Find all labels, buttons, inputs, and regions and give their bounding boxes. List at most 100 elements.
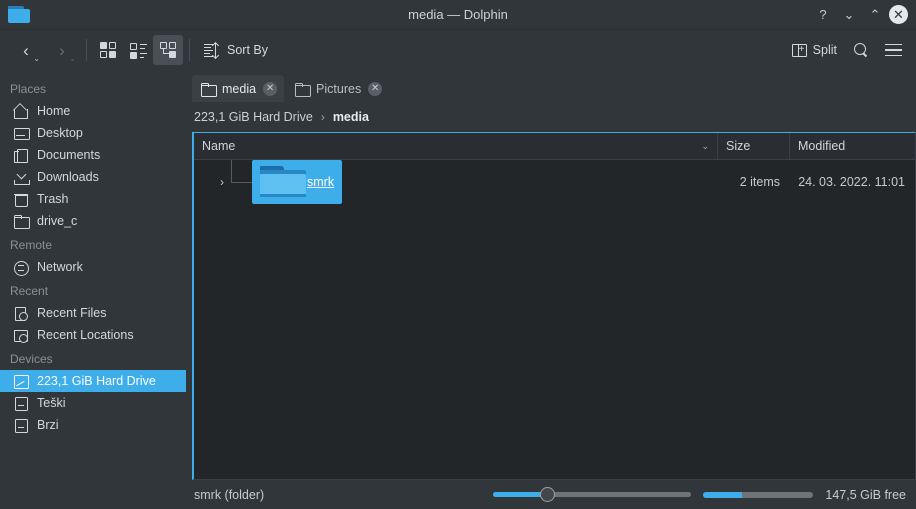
sidebar-item-label: Home (37, 104, 71, 118)
recent-files-icon (13, 306, 28, 321)
sidebar-item-home[interactable]: Home (0, 100, 186, 122)
sidebar-item-label: Documents (37, 148, 101, 162)
column-label-name: Name (202, 139, 236, 153)
drive-icon (13, 418, 28, 433)
main-panel: media ✕ Pictures ✕ 223,1 GiB Hard Drive … (186, 70, 916, 509)
app-folder-icon (8, 5, 30, 24)
title-bar: media — Dolphin ? ⌄ ⌃ ✕ (0, 0, 916, 30)
column-header-modified[interactable]: Modified (790, 133, 915, 159)
tab-pictures[interactable]: Pictures ✕ (286, 75, 389, 102)
sidebar-item-documents[interactable]: Documents (0, 144, 186, 166)
sidebar-item-label: Recent Locations (37, 328, 134, 342)
sidebar-group-devices: Devices (10, 352, 53, 366)
chevron-right-icon: › (320, 110, 325, 124)
sort-by-label: Sort By (227, 43, 268, 57)
back-button[interactable]: ‹ ⌄ (8, 35, 44, 65)
icons-view-icon (99, 41, 117, 59)
trash-icon (13, 192, 28, 207)
compact-view-icon (129, 42, 147, 59)
free-space-label: 147,5 GiB free (825, 487, 906, 502)
tab-label: Pictures (316, 81, 362, 96)
view-mode-details-button[interactable] (153, 35, 183, 65)
free-space-bar (703, 491, 814, 498)
sidebar-item-label: drive_c (37, 214, 78, 228)
slider-fill (493, 492, 547, 497)
split-icon (791, 43, 807, 57)
split-view-button[interactable]: Split (785, 35, 844, 65)
help-button[interactable]: ? (811, 3, 835, 27)
sidebar-item-hard-drive[interactable]: 223,1 GiB Hard Drive (0, 370, 186, 392)
search-button[interactable] (846, 35, 876, 65)
file-modified-cell: 24. 03. 2022. 11:01 (798, 175, 905, 189)
sort-by-button[interactable]: Sort By (196, 35, 276, 65)
search-icon (853, 42, 869, 58)
dolphin-window: media — Dolphin ? ⌄ ⌃ ✕ ‹ ⌄ › ⌄ Sort By … (0, 0, 916, 509)
sidebar-item-teski[interactable]: Teški (0, 392, 186, 414)
sidebar-item-desktop[interactable]: Desktop (0, 122, 186, 144)
window-controls: ? ⌄ ⌃ ✕ (811, 3, 916, 27)
tree-line (231, 160, 232, 182)
network-icon (13, 260, 29, 276)
view-mode-icons-button[interactable] (93, 35, 123, 65)
file-view: Name ⌄ Size Modified › smrk 2 items 24. … (192, 132, 916, 480)
tab-label: media (222, 81, 257, 96)
table-row[interactable]: › smrk 2 items 24. 03. 2022. 11:01 (194, 160, 915, 204)
column-header-size[interactable]: Size (718, 133, 790, 159)
sidebar-item-label: Teški (37, 396, 66, 410)
file-name-cell[interactable]: smrk (252, 160, 718, 204)
sort-icon (204, 42, 220, 58)
sidebar-item-label: 223,1 GiB Hard Drive (37, 374, 156, 388)
close-button[interactable]: ✕ (889, 5, 908, 24)
zoom-slider[interactable] (493, 485, 692, 505)
hamburger-menu-icon (884, 43, 902, 57)
minimize-button[interactable]: ⌄ (837, 3, 861, 27)
sidebar-item-label: Trash (37, 192, 69, 206)
tab-close-icon[interactable]: ✕ (368, 81, 383, 96)
menu-button[interactable] (878, 35, 908, 65)
places-sidebar: Places Home Desktop Documents Downloads … (0, 70, 186, 509)
breadcrumb-root[interactable]: 223,1 GiB Hard Drive (194, 110, 313, 124)
folder-icon (201, 83, 217, 97)
sidebar-item-label: Desktop (37, 126, 83, 140)
sidebar-item-network[interactable]: Network (0, 256, 186, 278)
documents-icon (13, 148, 28, 163)
tree-expander-cell: › (194, 160, 252, 204)
chevron-down-icon: ⌄ (701, 140, 709, 151)
tab-media[interactable]: media ✕ (192, 75, 285, 102)
maximize-button[interactable]: ⌃ (863, 3, 887, 27)
column-label-modified: Modified (798, 139, 846, 153)
tab-close-icon[interactable]: ✕ (263, 81, 278, 96)
window-body: Places Home Desktop Documents Downloads … (0, 70, 916, 509)
free-space-fill (703, 491, 742, 498)
sidebar-item-downloads[interactable]: Downloads (0, 166, 186, 188)
sidebar-item-drive-c[interactable]: drive_c (0, 210, 186, 232)
split-label: Split (812, 43, 837, 57)
slider-handle[interactable] (539, 487, 555, 502)
toolbar-right-group: Split (785, 35, 908, 65)
column-header-name[interactable]: Name ⌄ (194, 133, 718, 159)
toolbar-separator (86, 39, 87, 61)
view-mode-compact-button[interactable] (123, 35, 153, 65)
tree-line (231, 182, 252, 183)
sidebar-group-remote: Remote (10, 238, 53, 252)
column-header: Name ⌄ Size Modified (194, 133, 915, 160)
sidebar-item-label: Network (37, 260, 83, 274)
sidebar-item-label: Downloads (37, 170, 99, 184)
forward-button[interactable]: › ⌄ (44, 35, 80, 65)
sidebar-group-places: Places (10, 82, 47, 96)
chevron-left-icon: ‹ (23, 40, 29, 60)
file-name-label: smrk (307, 175, 335, 189)
expand-arrow-icon[interactable]: › (220, 175, 228, 189)
sidebar-group-recent: Recent (10, 284, 49, 298)
downloads-icon (13, 170, 30, 185)
sidebar-item-recent-files[interactable]: Recent Files (0, 302, 186, 324)
hard-drive-icon (13, 374, 29, 389)
sidebar-item-brzi[interactable]: Brzi (0, 414, 186, 436)
sidebar-item-trash[interactable]: Trash (0, 188, 186, 210)
breadcrumb-current[interactable]: media (333, 110, 369, 124)
selected-item[interactable]: smrk (252, 160, 343, 204)
sidebar-item-recent-locations[interactable]: Recent Locations (0, 324, 186, 346)
recent-locations-icon (13, 328, 28, 343)
breadcrumb: 223,1 GiB Hard Drive › media (186, 102, 916, 132)
chevron-down-icon: ⌄ (33, 54, 40, 63)
